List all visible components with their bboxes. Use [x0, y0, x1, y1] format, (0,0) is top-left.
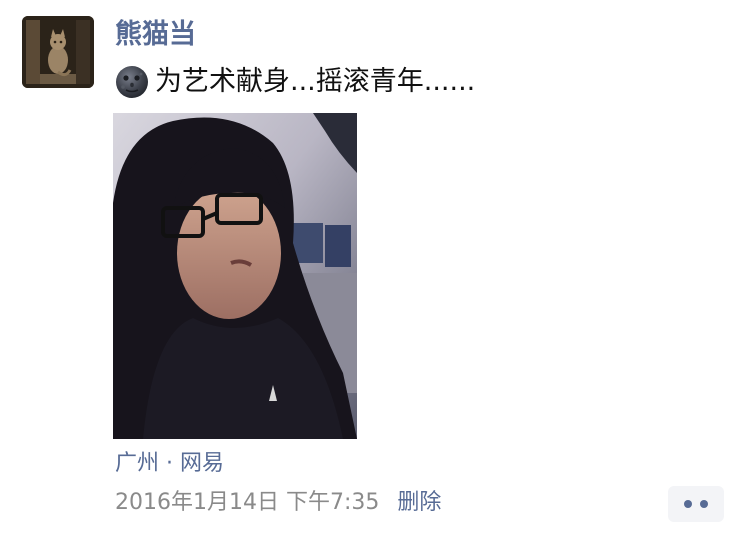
avatar[interactable] [22, 16, 94, 88]
location-link[interactable]: 广州 · 网易 [115, 448, 224, 480]
more-button[interactable] [668, 486, 724, 522]
post-timestamp: 2016年1月14日 下午7:35 [115, 490, 380, 515]
post-content: 为艺术献身...摇滚青年...... [115, 62, 475, 102]
cat-avatar-image [22, 16, 94, 88]
post-photo[interactable] [113, 113, 357, 439]
new-moon-face-icon [115, 65, 149, 99]
delete-link[interactable]: 删除 [397, 486, 441, 520]
author-name[interactable]: 熊猫当 [115, 15, 196, 55]
selfie-photo-image [113, 113, 357, 439]
moments-post: 熊猫当 为艺术献身...摇滚青年...... 广州 · 网易 2016年1月14… [0, 0, 750, 543]
more-dots-icon [680, 500, 712, 508]
post-text: 为艺术献身...摇滚青年...... [155, 66, 476, 97]
post-meta: 2016年1月14日 下午7:35 删除 [115, 486, 441, 520]
